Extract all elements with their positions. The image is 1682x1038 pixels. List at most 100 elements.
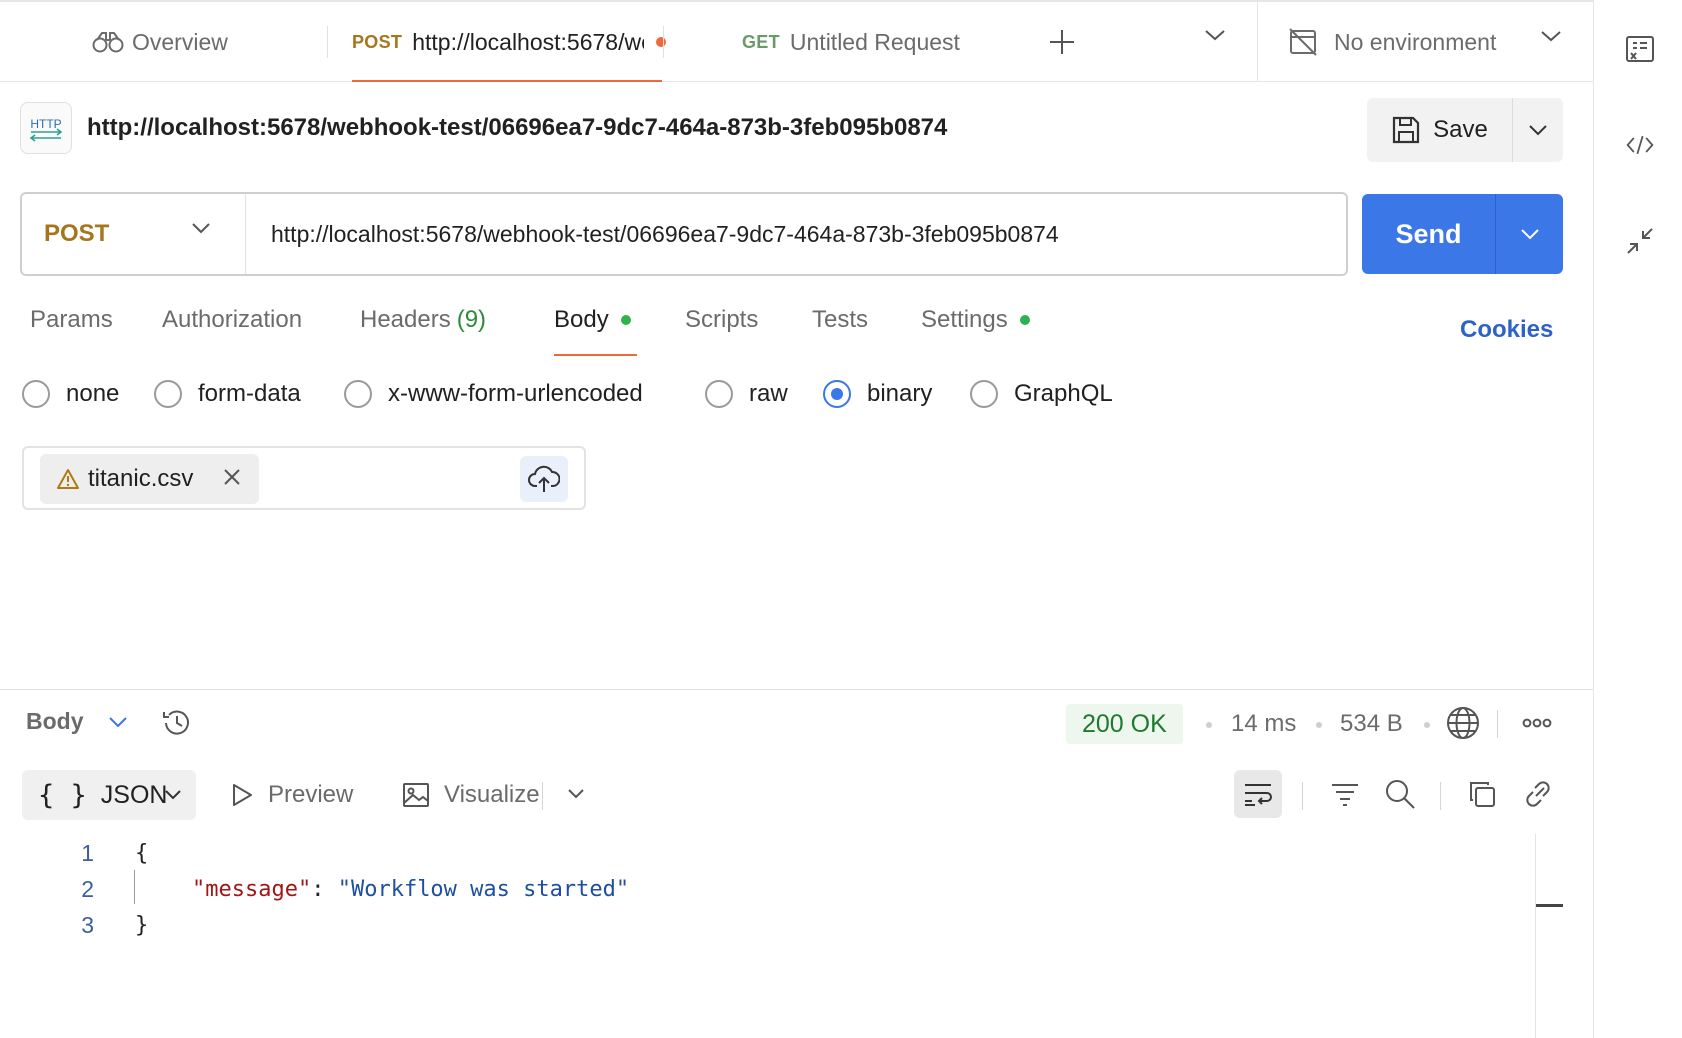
code-minimap[interactable]	[1535, 834, 1563, 1038]
request-tab-bar: Overview POST http://localhost:5678/webh…	[0, 0, 1593, 82]
radio-none[interactable]: none	[22, 380, 119, 408]
radio-circle	[154, 380, 182, 408]
send-options-button[interactable]	[1496, 194, 1563, 274]
search-button[interactable]	[1376, 770, 1424, 818]
network-info-button[interactable]	[1446, 706, 1480, 745]
tab-divider	[327, 26, 328, 58]
save-options-button[interactable]	[1513, 98, 1563, 162]
tab-active-request[interactable]: POST http://localhost:5678/webhook-test/…	[352, 2, 667, 82]
send-button[interactable]: Send	[1362, 194, 1496, 274]
binoculars-icon	[92, 32, 124, 53]
code-snippet-button[interactable]	[1625, 130, 1655, 160]
tab-authorization[interactable]: Authorization	[162, 306, 302, 334]
new-tab-button[interactable]	[1046, 24, 1078, 60]
radio-urlencoded[interactable]: x-www-form-urlencoded	[344, 380, 643, 408]
collapse-panel-button[interactable]	[1625, 226, 1655, 256]
tab-headers[interactable]: Headers (9)	[360, 306, 486, 334]
radio-label: none	[66, 380, 120, 407]
save-button[interactable]: Save	[1367, 98, 1513, 162]
url-bar: POST http://localhost:5678/webhook-test/…	[20, 192, 1348, 276]
url-input[interactable]: http://localhost:5678/webhook-test/06696…	[271, 221, 1059, 248]
response-size[interactable]: 534 B	[1340, 710, 1403, 738]
response-toolbar: { } JSON Preview Visualize	[22, 770, 1562, 820]
tab-label: Untitled Request	[789, 28, 960, 55]
visualize-options-button[interactable]	[552, 770, 600, 818]
radio-binary[interactable]: binary	[823, 380, 932, 408]
line-number: 1	[81, 839, 94, 866]
response-time[interactable]: 14 ms	[1231, 710, 1296, 738]
tab-url: http://localhost:5678/webhook-test/06696…	[412, 28, 644, 55]
tab-body[interactable]: Body	[554, 306, 631, 334]
method-select[interactable]: POST	[22, 194, 246, 274]
chevron-down-icon	[1520, 229, 1539, 240]
tab-params[interactable]: Params	[30, 306, 113, 334]
image-icon	[403, 783, 429, 807]
status-badge[interactable]: 200 OK	[1066, 704, 1183, 744]
code-icon	[1626, 135, 1654, 155]
response-format-select[interactable]: { } JSON	[22, 770, 196, 820]
chevron-down-icon	[1205, 30, 1225, 41]
line-number: 3	[81, 911, 94, 938]
radio-circle	[344, 380, 372, 408]
binary-file-picker: titanic.csv	[22, 446, 586, 510]
history-icon	[163, 710, 189, 735]
radio-raw[interactable]: raw	[705, 380, 788, 408]
radio-circle	[705, 380, 733, 408]
code-text: "message": "Workflow was started"	[192, 877, 629, 902]
preview-button[interactable]: Preview	[230, 770, 353, 820]
environment-selector[interactable]: No environment	[1288, 2, 1496, 82]
selected-file-chip[interactable]: titanic.csv	[40, 454, 259, 504]
cookies-link[interactable]: Cookies	[1460, 316, 1553, 344]
more-horizontal-icon	[1522, 718, 1552, 728]
variables-button[interactable]	[1625, 34, 1655, 64]
tab-untitled-request[interactable]: GET Untitled Request	[742, 2, 960, 82]
tab-scripts[interactable]: Scripts	[685, 306, 758, 334]
search-icon	[1386, 780, 1415, 809]
radio-form-data[interactable]: form-data	[154, 380, 301, 408]
unsaved-dot	[656, 37, 667, 47]
copy-button[interactable]	[1458, 770, 1506, 818]
tab-headers-label: Headers	[360, 306, 451, 333]
visualize-button[interactable]: Visualize	[402, 770, 540, 820]
radio-graphql[interactable]: GraphQL	[970, 380, 1113, 408]
radio-label: raw	[749, 380, 788, 407]
filter-button[interactable]	[1321, 770, 1369, 818]
chevron-down-icon	[1541, 31, 1561, 42]
body-indicator-dot	[620, 315, 631, 325]
wrap-lines-icon	[1245, 784, 1272, 806]
chevron-down-icon	[165, 790, 181, 800]
minimap-viewport-mark	[1536, 904, 1563, 907]
tab-overview-label: Overview	[132, 28, 228, 55]
wrap-lines-button[interactable]	[1234, 770, 1282, 818]
tab-overview[interactable]: Overview	[92, 2, 228, 82]
tab-tests[interactable]: Tests	[812, 306, 868, 334]
upload-file-button[interactable]	[520, 456, 568, 502]
request-title[interactable]: http://localhost:5678/webhook-test/06696…	[87, 114, 947, 142]
right-sidebar	[1593, 0, 1682, 1038]
environment-dropdown[interactable]	[1540, 29, 1562, 48]
response-more-button[interactable]	[1522, 716, 1552, 734]
tabbar-divider	[1257, 2, 1258, 82]
remove-file-icon[interactable]	[223, 468, 241, 486]
meta-separator-dot	[1316, 722, 1322, 728]
response-section-select[interactable]: Body	[26, 708, 128, 735]
toolbar-divider	[542, 782, 543, 810]
meta-separator-dot	[1206, 722, 1212, 728]
visualize-label: Visualize	[444, 781, 540, 808]
play-icon	[233, 784, 252, 806]
tab-settings[interactable]: Settings	[921, 306, 1030, 334]
link-icon	[1526, 781, 1550, 807]
method-value: POST	[44, 220, 110, 247]
code-text: }	[135, 912, 149, 938]
tab-settings-label: Settings	[921, 306, 1008, 333]
response-header: Body 200 OK 14 ms 534 B	[26, 704, 1566, 744]
tabs-dropdown-button[interactable]	[1204, 28, 1226, 47]
response-history-button[interactable]	[160, 706, 194, 745]
link-button[interactable]	[1514, 770, 1562, 818]
send-button-group: Send	[1362, 194, 1563, 274]
response-divider	[0, 689, 1593, 690]
no-environment-icon	[1289, 28, 1317, 56]
line-number: 2	[81, 875, 94, 902]
save-button-group: Save	[1367, 98, 1563, 162]
json-value: "Workflow was started"	[337, 876, 630, 902]
